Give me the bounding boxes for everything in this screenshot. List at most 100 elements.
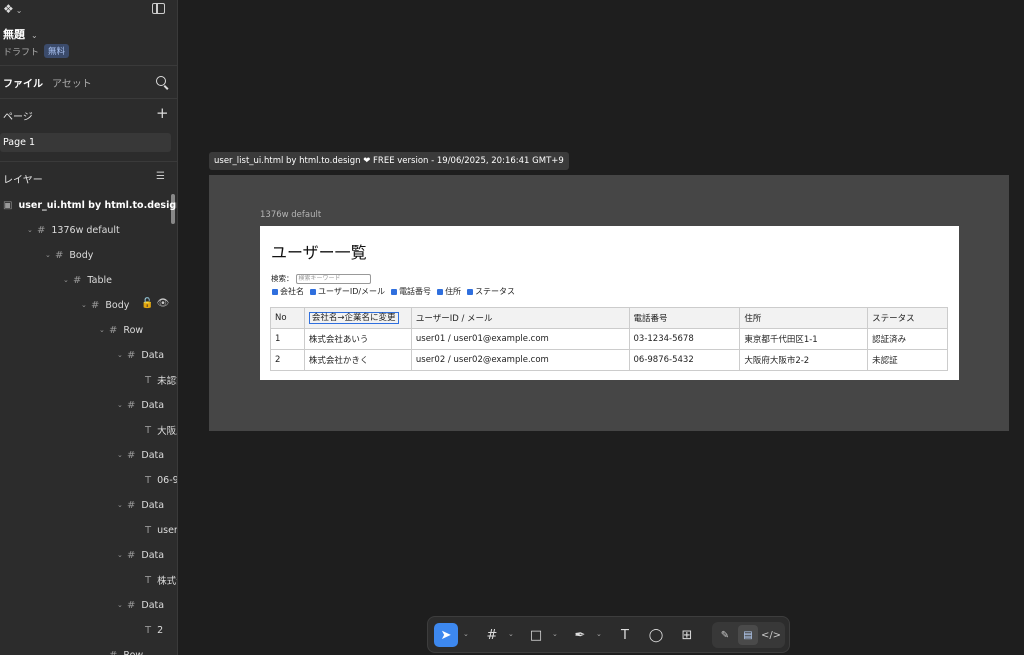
header-user[interactable]: ユーザーID / メール: [410, 307, 630, 329]
sidebar-toggle-icon[interactable]: [152, 3, 165, 14]
dev-mode-icon[interactable]: </>: [761, 625, 781, 645]
move-tool-icon[interactable]: ➤: [434, 623, 458, 647]
frame-tool-icon[interactable]: #: [480, 623, 504, 647]
layer-label: Body: [69, 249, 94, 261]
filter-label: 住所: [445, 287, 462, 296]
layer-item[interactable]: T2: [135, 621, 163, 639]
frame-icon: #: [109, 324, 118, 336]
chevron-down-icon[interactable]: ⌄: [117, 601, 127, 609]
layer-item[interactable]: T 株式会: [135, 571, 177, 589]
collapse-layers-icon[interactable]: ☰: [156, 171, 165, 182]
cell[interactable]: user01 / user01@example.com: [410, 328, 630, 350]
cell[interactable]: 株式会社かきく: [303, 349, 412, 371]
cell[interactable]: 東京都千代田区1-1: [739, 328, 869, 350]
frame-icon: #: [109, 649, 118, 655]
layer-item[interactable]: Tuser02: [135, 521, 177, 539]
chevron-down-icon[interactable]: ⌄: [117, 401, 127, 409]
header-company[interactable]: 会社名→企業名に変更: [303, 307, 412, 329]
tab-files[interactable]: ファイル: [3, 75, 43, 90]
frame-icon: #: [127, 449, 136, 461]
cell[interactable]: user02 / user02@example.com: [410, 349, 630, 371]
layer-item[interactable]: T 大阪府: [135, 421, 177, 439]
draw-mode-icon[interactable]: ✎: [715, 625, 735, 645]
text-icon: T: [145, 574, 152, 586]
file-name-button[interactable]: 無題 ⌄: [3, 26, 38, 42]
search-input[interactable]: 検索キーワード: [295, 273, 371, 284]
cell[interactable]: 1: [270, 328, 305, 350]
text-icon: T: [145, 624, 152, 636]
layer-item[interactable]: ⌄ # Body: [45, 246, 93, 264]
cell[interactable]: 06-9876-5432: [628, 349, 741, 371]
filter-label: 電話番号: [399, 287, 432, 296]
search-icon[interactable]: [156, 76, 166, 86]
chevron-down-icon[interactable]: ⌄: [45, 251, 55, 259]
chevron-down-icon[interactable]: ⌄: [99, 651, 109, 655]
chevron-down-icon[interactable]: ⌄: [117, 351, 127, 359]
chevron-down-icon[interactable]: ⌄: [463, 630, 469, 638]
layer-item[interactable]: ⌄ # Data: [117, 546, 164, 564]
filter-phone[interactable]: 電話番号: [391, 286, 431, 297]
layer-label: Data: [141, 499, 165, 511]
layer-item[interactable]: ⌄ # Row: [99, 321, 143, 339]
chevron-down-icon[interactable]: ⌄: [117, 551, 127, 559]
cell[interactable]: 株式会社あいう: [303, 328, 412, 350]
cell[interactable]: 2: [270, 349, 305, 371]
design-mode-icon[interactable]: ▤: [738, 625, 758, 645]
cell[interactable]: 認証済み: [867, 328, 948, 350]
layer-item[interactable]: ⌄ # Data: [117, 596, 164, 614]
chevron-down-icon[interactable]: ⌄: [117, 501, 127, 509]
chevron-down-icon[interactable]: ⌄: [117, 451, 127, 459]
chevron-down-icon[interactable]: ⌄: [552, 630, 558, 638]
chevron-down-icon[interactable]: ⌄: [508, 630, 514, 638]
layer-label: Row: [123, 649, 144, 655]
left-panel: ❖ ⌄ 無題 ⌄ ドラフト 無料 ファイル アセット ページ + Page 1 レイ…: [0, 0, 178, 655]
text-tool-icon[interactable]: T: [613, 623, 637, 647]
plan-badge[interactable]: 無料: [44, 44, 70, 58]
layer-item[interactable]: ⌄ # Body: [81, 296, 129, 314]
layer-item[interactable]: T 06-98: [135, 471, 177, 489]
cell[interactable]: 未認証: [867, 349, 948, 371]
header-phone[interactable]: 電話番号: [628, 307, 741, 329]
layer-label: Data: [141, 549, 165, 561]
chevron-down-icon[interactable]: ⌄: [99, 326, 109, 334]
header-no[interactable]: No: [270, 307, 305, 329]
artboard[interactable]: ユーザー一覧 検索： 検索キーワード 会社名 ユーザーID/メール 電話番号 住…: [260, 226, 959, 380]
filter-status[interactable]: ステータス: [467, 286, 515, 297]
layer-item[interactable]: T 未認証: [135, 371, 177, 389]
header-address[interactable]: 住所: [739, 307, 869, 329]
layer-label: 1376w default: [51, 224, 120, 236]
cell[interactable]: 大阪府大阪市2-2: [739, 349, 869, 371]
chevron-down-icon[interactable]: ⌄: [81, 301, 91, 309]
page-item[interactable]: Page 1: [0, 133, 171, 152]
actions-tool-icon[interactable]: ⊞: [675, 623, 699, 647]
layer-item[interactable]: ⌄ # Data: [117, 396, 164, 414]
layer-item[interactable]: ⌄ # Table: [63, 271, 112, 289]
filter-address[interactable]: 住所: [437, 286, 461, 297]
checkbox-icon: [391, 288, 398, 295]
layer-item[interactable]: ⌄ # Row: [99, 646, 143, 655]
layer-item[interactable]: ⌄ # Data: [117, 496, 164, 514]
lock-visibility-icon[interactable]: 🔓 👁: [141, 298, 169, 309]
chevron-down-icon[interactable]: ⌄: [596, 630, 602, 638]
file-name: 無題: [3, 28, 25, 41]
tab-assets[interactable]: アセット: [52, 75, 92, 90]
add-page-icon[interactable]: +: [156, 106, 169, 121]
comment-tool-icon[interactable]: ◯: [644, 623, 668, 647]
layer-item[interactable]: ⌄ # Data: [117, 346, 164, 364]
layer-item[interactable]: ▣ user_ui.html by html.to.design ❤: [3, 196, 177, 214]
rectangle-tool-icon[interactable]: □: [524, 623, 548, 647]
layer-item[interactable]: ⌄ #1376w default: [27, 221, 120, 239]
filter-company[interactable]: 会社名: [272, 286, 304, 297]
layer-item[interactable]: ⌄ # Data: [117, 446, 164, 464]
pen-tool-icon[interactable]: ✒: [568, 623, 592, 647]
inner-frame-label[interactable]: 1376w default: [260, 210, 321, 220]
chevron-down-icon[interactable]: ⌄: [27, 226, 37, 234]
cell[interactable]: 03-1234-5678: [628, 328, 741, 350]
editing-text[interactable]: 会社名→企業名に変更: [308, 312, 399, 324]
main-menu-button[interactable]: ❖ ⌄: [3, 2, 22, 16]
frame-label[interactable]: user_list_ui.html by html.to.design ❤ FR…: [209, 152, 569, 170]
chevron-down-icon[interactable]: ⌄: [63, 276, 73, 284]
header-status[interactable]: ステータス: [867, 307, 948, 329]
filter-user-id[interactable]: ユーザーID/メール: [310, 286, 385, 297]
page-title: ユーザー一覧: [271, 243, 367, 262]
